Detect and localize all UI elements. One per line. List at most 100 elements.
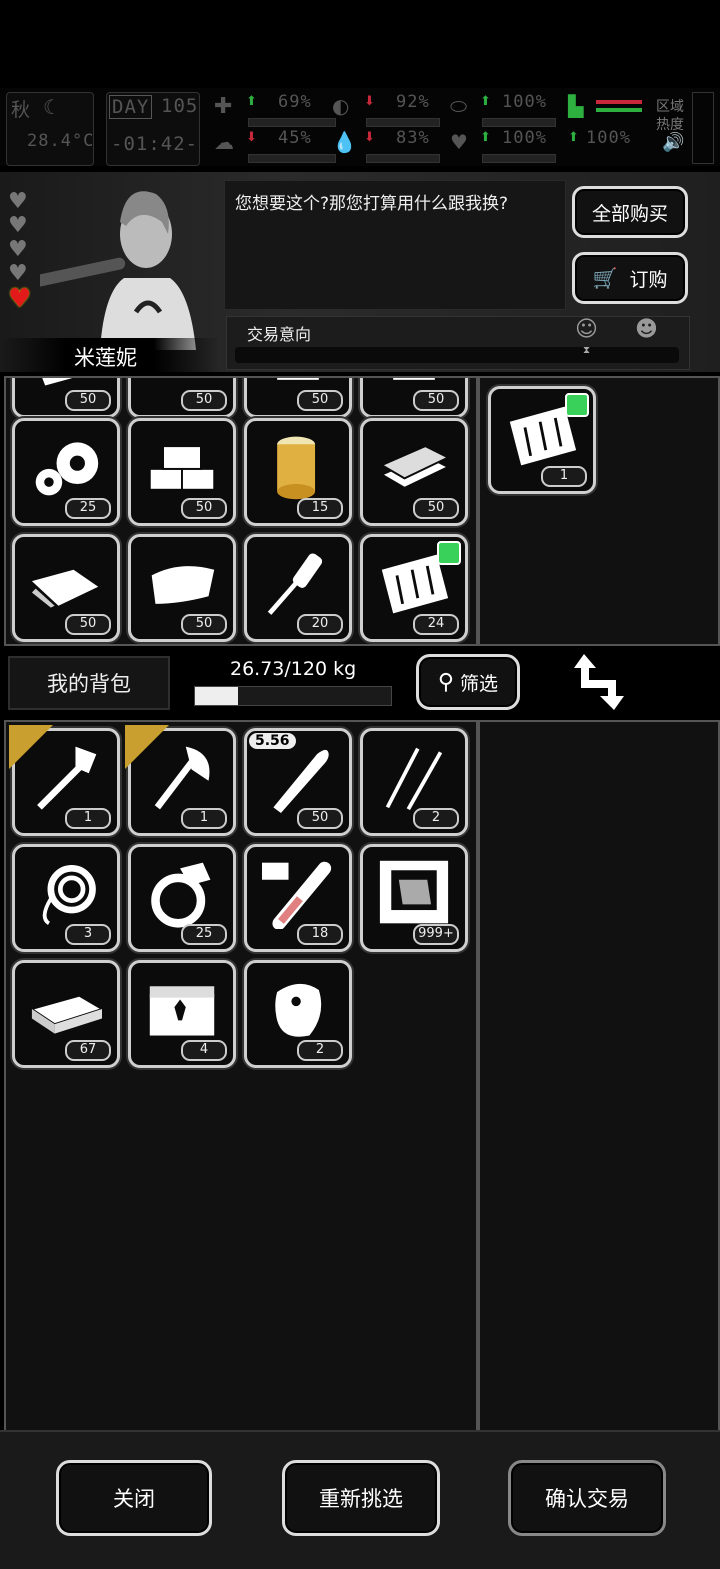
survival-stats: ✚ ⬆ 69% ☁ ⬇ 45% ◐ ⬇ 92% 💧 ⬇ 83% ⬭ ⬆ 100%… (212, 92, 652, 164)
item-quantity: 50 (65, 390, 111, 411)
speaker-icon: 🔊 (662, 132, 685, 153)
merchant-inventory[interactable]: 50 50 50 50 25 50 15 50 50 50 20 24 (4, 376, 478, 646)
moon-icon: ☾ (43, 95, 61, 119)
reselect-button[interactable]: 重新挑选 (282, 1460, 440, 1536)
close-button[interactable]: 关闭 (56, 1460, 212, 1536)
affection-hearts: ♥ ♥ ♥ ♥ ♥ (8, 189, 44, 313)
player-inventory[interactable]: 1 1 50 5.56 2 3 25 18 999+ 67 4 2 (4, 720, 478, 1432)
test-tube-icon (262, 861, 332, 929)
item-quantity: 25 (181, 924, 227, 945)
dialog-box: 您想要这个?那您打算用什么跟我换? (224, 180, 566, 310)
cash-icon (29, 994, 105, 1034)
npc-name-plate: 米莲妮 (0, 338, 220, 372)
item-quantity: 50 (65, 614, 111, 635)
item-slot-ring[interactable]: 25 (128, 844, 236, 952)
item-slot-picks[interactable]: 2 (360, 728, 468, 836)
empty-heart-icon: ♥ (8, 213, 28, 238)
ring-icon (151, 862, 211, 928)
filter-button[interactable]: ⚲ 筛选 (416, 654, 520, 710)
npc-name: 米莲妮 (74, 346, 137, 370)
item-slot-item[interactable]: 50 (360, 378, 468, 418)
item-slot-fabric[interactable]: 50 (128, 534, 236, 642)
item-quantity: 999+ (413, 924, 459, 945)
item-slot-shovel[interactable]: 1 (9, 725, 120, 836)
thirst-stat: 83% (396, 128, 430, 148)
thirst-bar (366, 154, 440, 163)
clock-readout: -01:42- (111, 133, 199, 155)
item-quantity: 50 (413, 498, 459, 519)
item-slot-test-tube[interactable]: 18 (244, 844, 352, 952)
item-slot-screwdriver[interactable]: 20 (244, 534, 352, 642)
buy-all-button[interactable]: 全部购买 (572, 186, 688, 238)
empty-heart-icon: ♥ (8, 237, 28, 262)
weight-bar (194, 686, 392, 706)
item-slot-tape-roll[interactable]: 15 (244, 418, 352, 526)
bullet-icon (273, 749, 329, 813)
season-label: 秋 (11, 99, 32, 121)
item-quantity: 15 (297, 498, 343, 519)
item-slot-sandpaper[interactable]: 24 (360, 534, 468, 642)
player-offer-panel[interactable] (478, 720, 720, 1432)
item-slot-sandpaper[interactable]: 1 (488, 386, 596, 494)
item-quantity: 25 (65, 498, 111, 519)
item-slot-rope[interactable]: 3 (12, 844, 120, 952)
item-quantity: 20 (297, 614, 343, 635)
item-slot-cloth[interactable]: 50 (12, 534, 120, 642)
stomach-icon: ◐ (332, 94, 350, 118)
item-slot-bricks[interactable]: 50 (128, 418, 236, 526)
planks-icon (379, 445, 451, 489)
order-button[interactable]: 🛒 订购 (572, 252, 688, 304)
intent-marker-icon: ⧗ (583, 345, 591, 356)
item-slot-axe[interactable]: 1 (125, 725, 236, 836)
item-quantity: 50 (413, 390, 459, 411)
picks-icon (385, 747, 443, 811)
item-slot-cash[interactable]: 67 (12, 960, 120, 1068)
item-slot-chest[interactable]: 4 (128, 960, 236, 1068)
item-slot-gears[interactable]: 25 (12, 418, 120, 526)
dialog-text: 您想要这个?那您打算用什么跟我换? (235, 194, 509, 214)
energy-stat: 100% (586, 128, 631, 148)
favorite-star-icon (9, 725, 53, 769)
list-badge-icon (437, 541, 461, 565)
pill-icon: ⬭ (450, 94, 468, 118)
item-quantity: 2 (413, 808, 459, 829)
sleep-bar-green (596, 108, 642, 112)
list-badge-icon (565, 393, 589, 417)
chest-icon (149, 986, 215, 1036)
item-slot-cloth-scrap[interactable]: 50 (12, 378, 120, 418)
stamina-bar (482, 154, 556, 163)
item-slot-bullet[interactable]: 50 5.56 (244, 728, 352, 836)
backpack-title: 我的背包 (8, 656, 170, 710)
item-slot-zombie-card[interactable]: 999+ (360, 844, 468, 952)
item-slot-item[interactable]: 50 (244, 378, 352, 418)
item-quantity: 50 (297, 390, 343, 411)
trade-offer-panel[interactable]: 1 (478, 376, 720, 646)
sleep-bar-red (596, 100, 642, 104)
up-arrow-icon: ⬆ (480, 130, 491, 145)
heat-meter (692, 92, 714, 164)
confirm-trade-button[interactable]: 确认交易 (508, 1460, 666, 1536)
neutral-face-icon: ☺ (575, 317, 598, 342)
item-slot-planks[interactable]: 50 (360, 418, 468, 526)
item-quantity: 67 (65, 1040, 111, 1061)
meat-icon (275, 983, 322, 1037)
item-quantity: 4 (181, 1040, 227, 1061)
status-bar: 秋 ☾ 28.4°C DAY 105 -01:42- ✚ ⬆ 69% ☁ ⬇ 4… (0, 88, 720, 166)
day-counter: 105 (161, 95, 199, 117)
item-quantity: 1 (65, 808, 111, 829)
brain-icon: ☁ (214, 130, 234, 154)
item-slot-rope-pieces[interactable]: 50 (128, 378, 236, 418)
item-caliber-tag: 5.56 (249, 733, 296, 749)
weather-panel: 秋 ☾ 28.4°C (6, 92, 94, 166)
empty-heart-icon: ♥ (8, 189, 28, 214)
swap-arrows-icon[interactable] (570, 650, 626, 712)
zombie-card-icon (379, 860, 449, 924)
item-quantity: 1 (181, 808, 227, 829)
down-arrow-icon: ⬇ (364, 94, 375, 109)
happy-face-icon: ☻ (635, 317, 658, 342)
item-quantity: 50 (297, 808, 343, 829)
item-slot-meat[interactable]: 2 (244, 960, 352, 1068)
weight-bar-fill (195, 687, 239, 705)
empty-heart-icon: ♥ (8, 261, 28, 286)
bricks-icon (148, 445, 216, 491)
